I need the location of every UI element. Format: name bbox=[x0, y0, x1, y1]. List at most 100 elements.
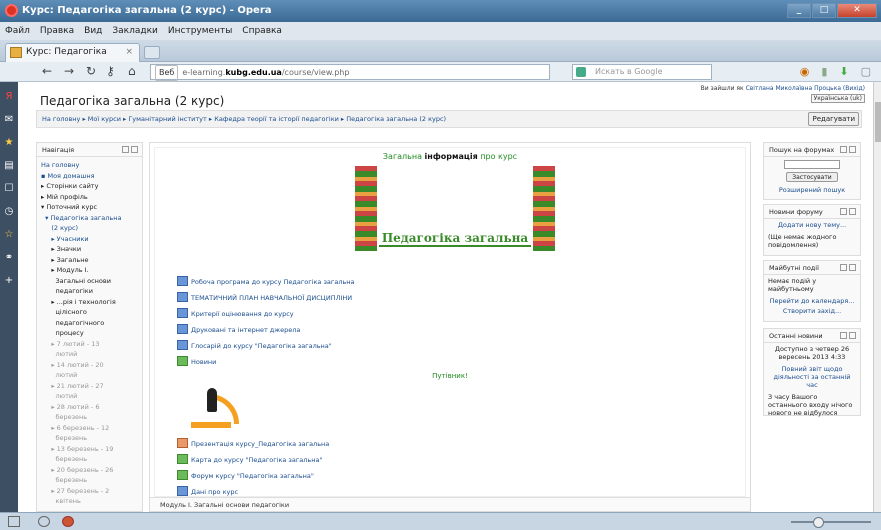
tab-close-icon[interactable]: × bbox=[125, 44, 133, 61]
nav-item[interactable]: ▾ Педагогіка загальна bbox=[41, 213, 138, 224]
nav-item[interactable]: ▸ Значки bbox=[41, 244, 138, 255]
zoom-slider[interactable] bbox=[791, 517, 871, 528]
signal-icon[interactable]: ▮ bbox=[821, 65, 827, 78]
home-icon[interactable]: ⌂ bbox=[128, 64, 136, 78]
menu-file[interactable]: Файл bbox=[5, 22, 30, 40]
dock-icon[interactable] bbox=[849, 208, 856, 215]
nav-item[interactable]: ▸ Сторінки сайту bbox=[41, 181, 138, 192]
resource-link[interactable]: Робоча програма до курсу Педагогіка зага… bbox=[177, 276, 355, 286]
yandex-icon[interactable]: Я bbox=[3, 91, 15, 103]
new-tab-button[interactable] bbox=[144, 46, 160, 59]
resource-link[interactable]: Форум курсу "Педагогіка загальна" bbox=[177, 470, 314, 480]
nav-item[interactable]: ▸ 7 лютий - 13 bbox=[41, 339, 138, 350]
nav-item[interactable]: ▸ 20 березень - 26 bbox=[41, 465, 138, 476]
forum-search-input[interactable] bbox=[784, 160, 840, 169]
search-field[interactable]: Искать в Google bbox=[572, 64, 712, 80]
panel-icon[interactable]: ▢ bbox=[861, 65, 871, 78]
resource-link[interactable]: Карта до курсу "Педагогіка загальна" bbox=[177, 454, 322, 464]
resource-link[interactable]: Друковані та інтернет джерела bbox=[177, 324, 300, 334]
nav-item[interactable]: лютий bbox=[41, 370, 138, 381]
nav-item[interactable]: ▪ Моя домашня bbox=[41, 171, 138, 182]
breadcrumb-links[interactable]: На головну ▸ Мої курси ▸ Гуманітарний ін… bbox=[42, 115, 446, 123]
collapse-icon[interactable] bbox=[122, 146, 129, 153]
favorites-icon[interactable]: ☆ bbox=[3, 229, 15, 241]
full-report-link[interactable]: Повний звіт щодо діяльності за останній … bbox=[764, 363, 860, 391]
nav-item[interactable]: ▸ 14 лютий - 20 bbox=[41, 360, 138, 371]
nav-item[interactable]: ▸ 27 березень - 2 bbox=[41, 486, 138, 497]
nav-item[interactable]: ▸ Загальне bbox=[41, 255, 138, 266]
nav-item[interactable]: ▸ ...рія і технологія bbox=[41, 297, 138, 308]
nav-item[interactable]: ▸ 6 березень - 12 bbox=[41, 423, 138, 434]
nav-item[interactable]: На головну bbox=[41, 160, 138, 171]
cloud-icon[interactable] bbox=[38, 516, 50, 527]
minimize-button[interactable]: _ bbox=[787, 3, 811, 18]
nav-item[interactable]: Загальні основи bbox=[41, 276, 138, 287]
maximize-button[interactable]: □ bbox=[812, 3, 836, 18]
edit-button[interactable]: Редагувати bbox=[808, 112, 859, 126]
nav-item[interactable]: педагогічного bbox=[41, 318, 138, 329]
nav-item[interactable]: педагогіки bbox=[41, 286, 138, 297]
collapse-icon[interactable] bbox=[840, 208, 847, 215]
speed-dial-icon[interactable]: ◉ bbox=[800, 65, 810, 78]
resource-link[interactable]: Новини bbox=[177, 356, 216, 366]
nav-item[interactable]: ▸ Модуль І. bbox=[41, 265, 138, 276]
resource-link[interactable]: ТЕМАТИЧНИЙ ПЛАН НАВЧАЛЬНОЇ ДИСЦИПЛІНИ bbox=[177, 292, 352, 302]
address-field[interactable]: Веб e-learning.kubg.edu.ua/course/view.ph… bbox=[150, 64, 550, 81]
nav-item[interactable]: ▸ Учасники bbox=[41, 234, 138, 245]
nav-item[interactable]: ▸ 28 лютий - 6 bbox=[41, 402, 138, 413]
reload-icon[interactable]: ↻ bbox=[86, 64, 96, 78]
close-button[interactable]: ✕ bbox=[837, 3, 877, 18]
user-link[interactable]: Світлана Миколаївна Процька bbox=[746, 85, 841, 92]
nav-item[interactable]: ▾ Поточний курс bbox=[41, 202, 138, 213]
page-scrollbar[interactable] bbox=[873, 82, 881, 512]
menu-edit[interactable]: Правка bbox=[40, 22, 74, 40]
nav-item[interactable]: процесу bbox=[41, 328, 138, 339]
menu-tools[interactable]: Инструменты bbox=[168, 22, 232, 40]
turbo-icon[interactable] bbox=[62, 516, 74, 527]
bookmarks-icon[interactable]: ★ bbox=[3, 137, 15, 149]
download-icon[interactable]: ⬇ bbox=[839, 65, 848, 78]
nav-item[interactable]: березень bbox=[41, 433, 138, 444]
menu-bookmarks[interactable]: Закладки bbox=[112, 22, 158, 40]
nav-item[interactable]: ▸ 21 лютий - 27 bbox=[41, 381, 138, 392]
resource-link[interactable]: Глосарій до курсу "Педагогіка загальна" bbox=[177, 340, 332, 350]
add-topic-link[interactable]: Додати нову тему... bbox=[764, 219, 860, 231]
collapse-icon[interactable] bbox=[840, 332, 847, 339]
menu-view[interactable]: Вид bbox=[84, 22, 102, 40]
dock-icon[interactable] bbox=[849, 264, 856, 271]
forward-icon[interactable]: → bbox=[64, 64, 74, 78]
collapse-icon[interactable] bbox=[840, 264, 847, 271]
dock-icon[interactable] bbox=[849, 332, 856, 339]
resource-link[interactable]: Критерії оцінювання до курсу bbox=[177, 308, 294, 318]
advanced-search-link[interactable]: Розширений пошук bbox=[764, 184, 860, 196]
nav-item[interactable]: квітень bbox=[41, 496, 138, 507]
logout-link[interactable]: (Вихід) bbox=[843, 85, 865, 92]
nav-item[interactable]: цілісного bbox=[41, 307, 138, 318]
panel-toggle-icon[interactable] bbox=[8, 516, 20, 527]
create-event-link[interactable]: Створити захід... bbox=[764, 307, 860, 317]
key-icon[interactable]: ⚷ bbox=[106, 64, 115, 78]
resource-link[interactable]: Презентація курсу_Педагогіка загальна bbox=[177, 438, 329, 448]
nav-item[interactable]: лютий bbox=[41, 349, 138, 360]
mail-icon[interactable]: ✉ bbox=[3, 114, 15, 126]
resource-link[interactable]: Дані про курс bbox=[177, 486, 238, 496]
collapse-icon[interactable] bbox=[840, 146, 847, 153]
add-panel-icon[interactable]: + bbox=[3, 275, 15, 287]
nav-item[interactable]: (2 курс) bbox=[41, 223, 138, 234]
nav-item[interactable]: березень bbox=[41, 475, 138, 486]
language-select[interactable]: Українська (uk) bbox=[810, 94, 865, 103]
menu-help[interactable]: Справка bbox=[242, 22, 282, 40]
notes-icon[interactable]: ▤ bbox=[3, 160, 15, 172]
history-icon[interactable]: ◷ bbox=[3, 206, 15, 218]
contacts-icon[interactable]: ☐ bbox=[3, 183, 15, 195]
nav-item[interactable]: ▸ Мій профіль bbox=[41, 192, 138, 203]
links-icon[interactable]: ⚭ bbox=[3, 252, 15, 264]
dock-icon[interactable] bbox=[131, 146, 138, 153]
apply-button[interactable]: Застосувати bbox=[786, 172, 838, 182]
dock-icon[interactable] bbox=[849, 146, 856, 153]
back-icon[interactable]: ← bbox=[42, 64, 52, 78]
nav-item[interactable]: березень bbox=[41, 412, 138, 423]
tab-course[interactable]: Курс: Педагогіка загал... × bbox=[5, 43, 140, 74]
calendar-link[interactable]: Перейти до календаря... bbox=[764, 295, 860, 307]
nav-item[interactable]: лютий bbox=[41, 391, 138, 402]
